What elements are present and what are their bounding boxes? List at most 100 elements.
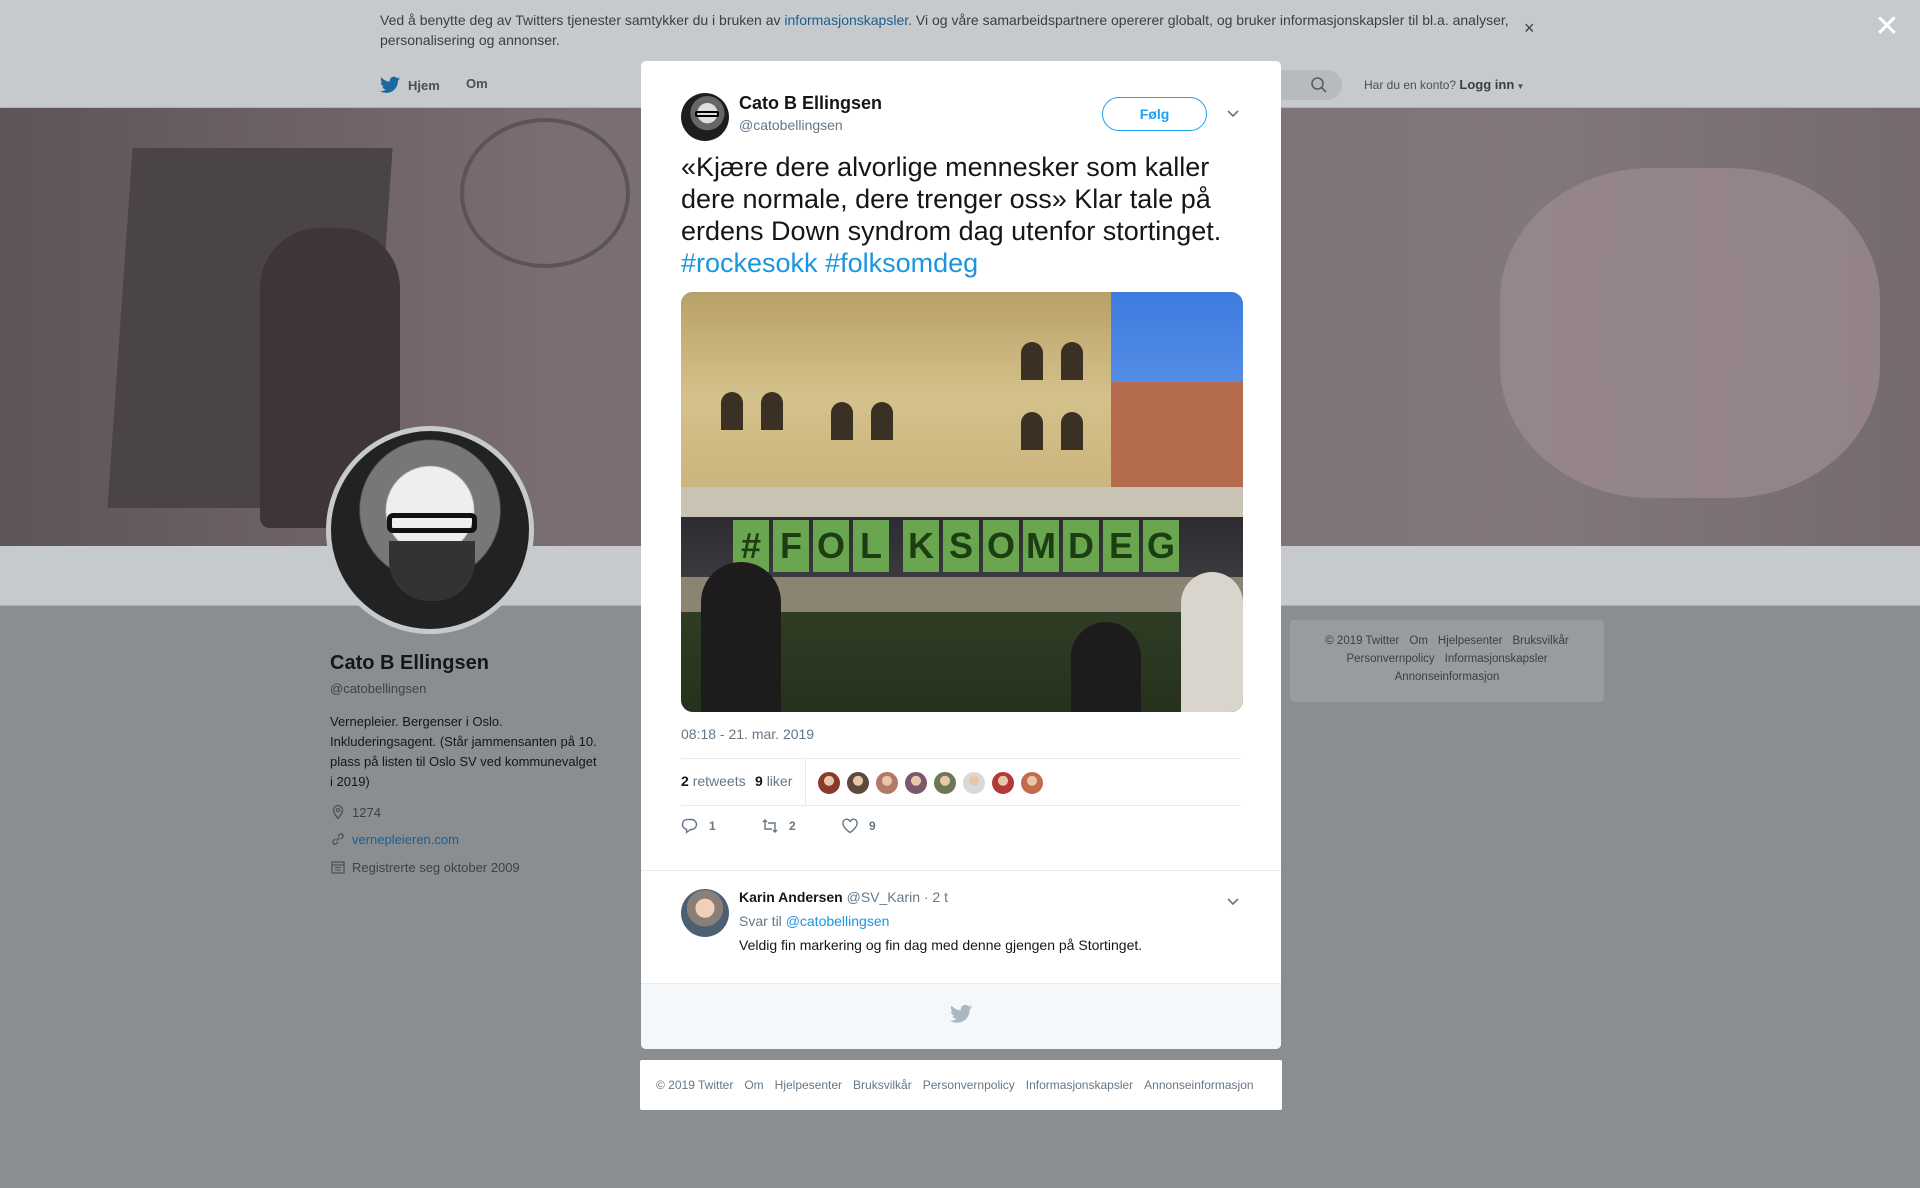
author-avatar[interactable] [681,93,729,141]
tweet-timestamp[interactable]: 08:18 - 21. mar. 2019 [681,726,814,742]
reply-tweet[interactable]: Karin Andersen @SV_Karin · 2 t Svar til … [641,873,1281,983]
footer-link-cookies[interactable]: Informasjonskapsler [1026,1078,1133,1092]
retweets-stat[interactable]: 2 retweets [681,773,746,789]
login-prompt: Har du en konto? Logg inn ▼ [1364,77,1524,92]
photo-spectator [1071,622,1141,712]
footer-link-help[interactable]: Hjelpesenter [775,1078,842,1092]
retweet-icon [762,819,778,833]
photo-sign-letter: E [1103,520,1139,572]
location-pin-icon [332,804,344,820]
close-modal-button[interactable]: ✕ [1872,12,1902,42]
profile-location-text: 1274 [352,804,381,820]
photo-sign-letter: O [813,520,849,572]
liker-avatar[interactable] [962,771,986,795]
reply-author-handle[interactable]: @SV_Karin [847,889,920,905]
liker-avatar[interactable] [933,771,957,795]
login-question: Har du en konto? [1364,78,1457,92]
replies-divider [641,861,1281,871]
footer-link-cookies[interactable]: Informasjonskapsler [1445,653,1548,665]
chevron-down-icon[interactable] [1225,105,1241,121]
retweet-count: 2 [789,819,796,833]
twitter-bird-icon [380,76,400,93]
photo-sign-letter: O [983,520,1019,572]
photo-sign-letter: K [903,520,939,572]
avatar-glasses [695,111,719,117]
photo-sign-letter: S [943,520,979,572]
reply-author-avatar[interactable] [681,889,729,937]
footer-link-ads-info[interactable]: Annonseinformasjon [1144,1078,1253,1092]
follow-button[interactable]: Følg [1102,97,1207,131]
heart-icon [842,818,858,834]
modal-page-footer: © 2019 Twitter Om Hjelpesenter Bruksvilk… [640,1060,1282,1110]
footer-link-terms[interactable]: Bruksvilkår [853,1078,912,1092]
tweet-body: «Kjære dere alvorlige mennesker som kall… [681,152,1222,246]
photo-window [721,392,743,430]
liker-avatar[interactable] [875,771,899,795]
liker-avatar[interactable] [846,771,870,795]
profile-name[interactable]: Cato B Ellingsen [330,652,489,675]
footer-link-ads-info[interactable]: Annonseinformasjon [1395,671,1500,683]
footer-link-privacy[interactable]: Personvernpolicy [923,1078,1015,1092]
liker-avatar[interactable] [904,771,928,795]
cookie-policy-link[interactable]: informasjonskapsler [784,12,908,28]
hashtag-link[interactable]: #rockesokk [681,248,818,278]
like-button[interactable]: 9 [841,817,876,835]
chevron-down-icon: ▼ [1514,82,1525,91]
profile-joined-text: Registrerte seg oktober 2009 [352,859,520,875]
footer-link-privacy[interactable]: Personvernpolicy [1346,653,1434,665]
profile-website-link[interactable]: vernepleieren.com [352,832,459,847]
hashtag-link[interactable]: #folksomdeg [825,248,978,278]
reply-to-handle[interactable]: @catobellingsen [786,913,890,929]
likers-avatars [817,771,1044,795]
tweet-text: «Kjære dere alvorlige mennesker som kall… [681,151,1241,279]
profile-bio: Vernepleier. Bergenser i Oslo. Inkluderi… [330,714,597,789]
nav-home[interactable]: Hjem [380,76,440,94]
reply-time[interactable]: · 2 t [924,889,948,905]
liker-avatar[interactable] [817,771,841,795]
search-icon[interactable] [1310,76,1328,94]
photo-sign-letter: M [1023,520,1059,572]
liker-avatar[interactable] [1020,771,1044,795]
photo-sign-letter: L [853,520,889,572]
likes-label: liker [766,773,793,789]
footer-copyright: © 2019 Twitter [656,1078,734,1092]
cookie-consent-bar: Ved å benytte deg av Twitters tjenester … [0,0,1920,62]
footer-link-about[interactable]: Om [744,1078,763,1092]
photo-spectator [701,562,781,712]
tweet-photo[interactable]: # F O L K S O M D E G [681,292,1243,712]
nav-about[interactable]: Om [466,76,488,91]
author-name[interactable]: Cato B Ellingsen [739,93,882,114]
footer-link-about[interactable]: Om [1409,635,1428,647]
chevron-down-icon[interactable] [1225,893,1241,909]
likes-count: 9 [755,773,763,789]
reply-count: 1 [709,819,716,833]
reply-button[interactable]: 1 [681,817,716,835]
like-count: 9 [869,819,876,833]
tweet-stats: 2 retweets 9 liker [681,758,1241,806]
reply-to: Svar til @catobellingsen [739,913,889,929]
login-link[interactable]: Logg inn [1459,77,1514,92]
modal-footer [641,983,1281,1049]
reply-author: Karin Andersen @SV_Karin · 2 t [739,889,948,905]
profile-handle[interactable]: @catobellingsen [330,681,426,696]
cookie-text-start: Ved å benytte deg av Twitters tjenester … [380,12,785,28]
nav-home-label: Hjem [408,77,440,93]
retweet-button[interactable]: 2 [761,817,796,835]
link-icon [332,833,344,845]
profile-avatar[interactable] [326,426,534,634]
photo-sign-letter: D [1063,520,1099,572]
photo-window [761,392,783,430]
sidebar-footer: © 2019 Twitter Om Hjelpesenter Bruksvilkår … [1290,620,1604,702]
footer-link-help[interactable]: Hjelpesenter [1438,635,1503,647]
author-handle[interactable]: @catobellingsen [739,117,843,133]
reply-author-name[interactable]: Karin Andersen [739,889,843,905]
photo-sign-letter: F [773,520,809,572]
retweets-count: 2 [681,773,689,789]
cookie-close-button[interactable]: × [1524,18,1535,39]
footer-link-terms[interactable]: Bruksvilkår [1512,635,1568,647]
profile-joined: Registrerte seg oktober 2009 [330,859,520,875]
tweet-modal: Cato B Ellingsen @catobellingsen Følg «K… [641,61,1281,1049]
retweets-label: retweets [692,773,746,789]
liker-avatar[interactable] [991,771,1015,795]
likes-stat[interactable]: 9 liker [755,773,792,789]
